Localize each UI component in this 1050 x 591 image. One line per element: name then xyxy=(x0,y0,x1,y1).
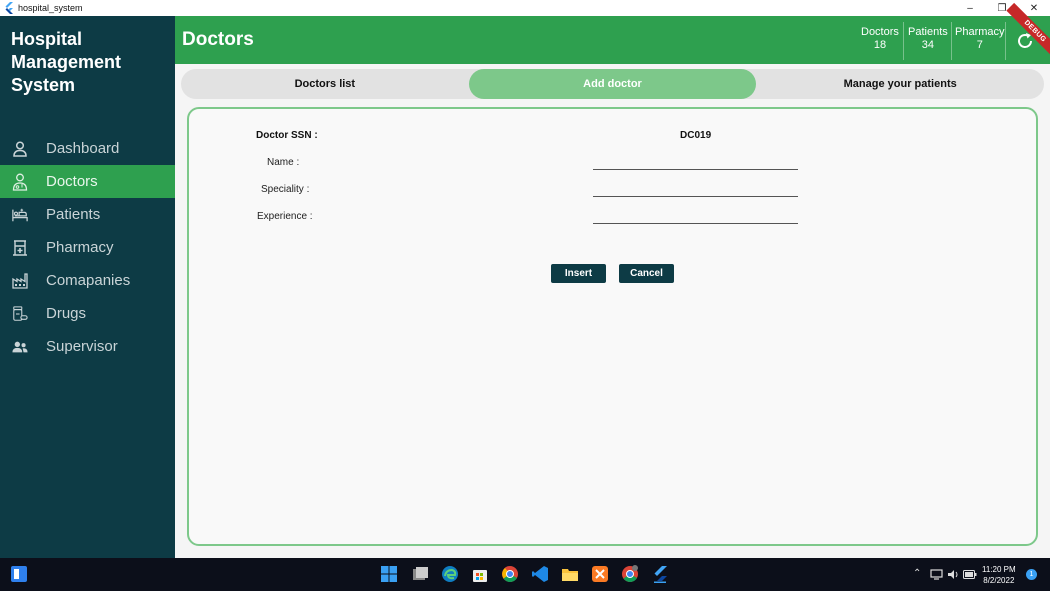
divider xyxy=(951,22,952,60)
sidebar-item-dashboard[interactable]: Dashboard xyxy=(0,132,175,165)
volume-icon[interactable] xyxy=(947,569,959,580)
pharmacy-icon xyxy=(12,239,28,256)
flutter-app-icon[interactable] xyxy=(651,565,669,583)
system-clock[interactable]: 11:20 PM 8/2/2022 xyxy=(982,564,1016,586)
flutter-logo-icon xyxy=(5,2,13,14)
window-title: hospital_system xyxy=(18,3,83,13)
start-menu-icon[interactable] xyxy=(380,565,398,583)
chrome-icon[interactable] xyxy=(501,565,519,583)
supervisor-icon xyxy=(12,339,28,355)
tab-doctors-list[interactable]: Doctors list xyxy=(181,69,469,99)
widgets-icon[interactable] xyxy=(10,565,28,583)
sidebar-item-label: Doctors xyxy=(46,173,98,190)
task-view-icon[interactable] xyxy=(411,565,429,583)
sidebar-item-label: Dashboard xyxy=(46,140,120,157)
network-icon[interactable] xyxy=(930,569,943,580)
sidebar-item-label: Patients xyxy=(46,206,101,223)
name-field[interactable] xyxy=(593,154,798,170)
vscode-icon[interactable] xyxy=(531,565,549,583)
stat-label: Pharmacy xyxy=(955,26,1005,38)
sidebar-item-label: Supervisor xyxy=(46,338,118,355)
app-name: Hospital Management System xyxy=(11,29,122,95)
page-header: Doctors Doctors 18 Patients 34 Pharmacy … xyxy=(175,2,1050,64)
sidebar-item-label: Pharmacy xyxy=(46,239,114,256)
sidebar-item-doctors[interactable]: Doctors xyxy=(0,165,175,198)
tab-bar: Doctors list Add doctor Manage your pati… xyxy=(181,69,1044,99)
factory-icon xyxy=(12,272,28,289)
sidebar-item-pharmacy[interactable]: Pharmacy xyxy=(0,231,175,264)
window-title-bar: hospital_system – ❐ ✕ xyxy=(0,0,1050,16)
patients-count-stat: Patients 34 xyxy=(908,26,948,52)
store-icon[interactable] xyxy=(471,565,489,583)
stat-value: 18 xyxy=(873,39,887,51)
sidebar: Hospital Management System Dashboard Doc… xyxy=(0,16,175,558)
drugs-icon xyxy=(12,305,28,322)
stat-label: Doctors xyxy=(861,26,899,38)
speciality-label: Speciality : xyxy=(261,184,310,195)
hospital-bed-icon xyxy=(12,207,28,223)
stat-value: 34 xyxy=(921,39,934,51)
experience-field[interactable] xyxy=(593,208,798,224)
experience-label: Experience : xyxy=(257,211,313,222)
cancel-button[interactable]: Cancel xyxy=(619,264,674,283)
stat-value: 7 xyxy=(976,39,983,51)
show-hidden-icons-chevron-icon[interactable]: ⌃ xyxy=(913,568,921,579)
pharmacy-count-stat: Pharmacy 7 xyxy=(955,26,1005,52)
divider xyxy=(903,22,904,60)
chrome-profile-icon[interactable] xyxy=(621,565,639,583)
person-icon xyxy=(12,140,28,157)
add-doctor-form: Doctor SSN : DC019 Name : Speciality : E… xyxy=(187,107,1038,546)
file-explorer-icon[interactable] xyxy=(561,565,579,583)
speciality-field[interactable] xyxy=(593,181,798,197)
edge-browser-icon[interactable] xyxy=(441,565,459,583)
divider xyxy=(1005,22,1006,60)
tab-add-doctor[interactable]: Add doctor xyxy=(468,69,757,99)
tab-manage-patients[interactable]: Manage your patients xyxy=(756,69,1044,99)
minimize-button[interactable]: – xyxy=(954,0,986,16)
stat-label: Patients xyxy=(908,26,948,38)
sidebar-item-drugs[interactable]: Drugs xyxy=(0,297,175,330)
insert-button[interactable]: Insert xyxy=(551,264,606,283)
sidebar-item-label: Comapanies xyxy=(46,272,131,289)
page-title: Doctors xyxy=(182,29,254,50)
clock-time: 11:20 PM xyxy=(982,565,1016,574)
ssn-label: Doctor SSN : xyxy=(256,130,318,141)
sidebar-item-patients[interactable]: Patients xyxy=(0,198,175,231)
sidebar-item-label: Drugs xyxy=(46,305,87,322)
xampp-icon[interactable] xyxy=(591,565,609,583)
name-label: Name : xyxy=(267,157,300,168)
sidebar-item-comapanies[interactable]: Comapanies xyxy=(0,264,175,297)
doctors-count-stat: Doctors 18 xyxy=(861,26,899,52)
clock-date: 8/2/2022 xyxy=(983,576,1015,585)
sidebar-nav: Dashboard Doctors Patients Pharmacy Coma… xyxy=(0,132,175,363)
notification-badge[interactable]: 1 xyxy=(1026,569,1037,580)
sidebar-item-supervisor[interactable]: Supervisor xyxy=(0,330,175,363)
ssn-value: DC019 xyxy=(680,130,712,141)
windows-taskbar: ⌃ 11:20 PM 8/2/2022 1 xyxy=(0,558,1050,591)
battery-icon[interactable] xyxy=(963,570,977,579)
doctor-icon xyxy=(12,173,28,191)
